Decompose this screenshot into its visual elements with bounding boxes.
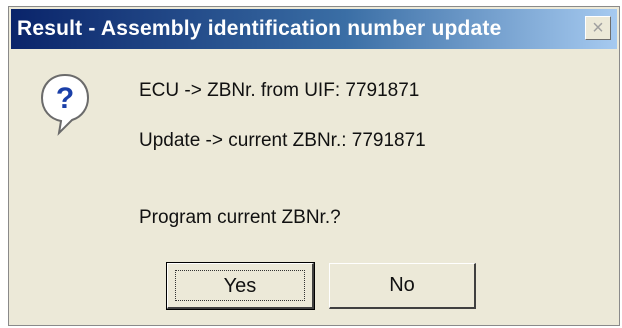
program-question-text: Program current ZBNr.? [139,207,341,228]
result-dialog: Result - Assembly identification number … [8,6,620,326]
yes-button[interactable]: Yes [166,262,315,310]
close-button[interactable]: × [585,16,611,40]
close-icon: × [592,17,604,39]
yes-button-label: Yes [175,270,305,301]
question-icon: ? [40,73,90,136]
no-button[interactable]: No [329,263,476,309]
update-zbnr-text: Update -> current ZBNr.: 7791871 [139,130,426,151]
no-button-label: No [389,274,415,296]
svg-text:?: ? [56,82,74,115]
window-title: Result - Assembly identification number … [17,17,502,40]
title-bar[interactable]: Result - Assembly identification number … [11,9,617,49]
ecu-zbnr-text: ECU -> ZBNr. from UIF: 7791871 [139,80,420,101]
